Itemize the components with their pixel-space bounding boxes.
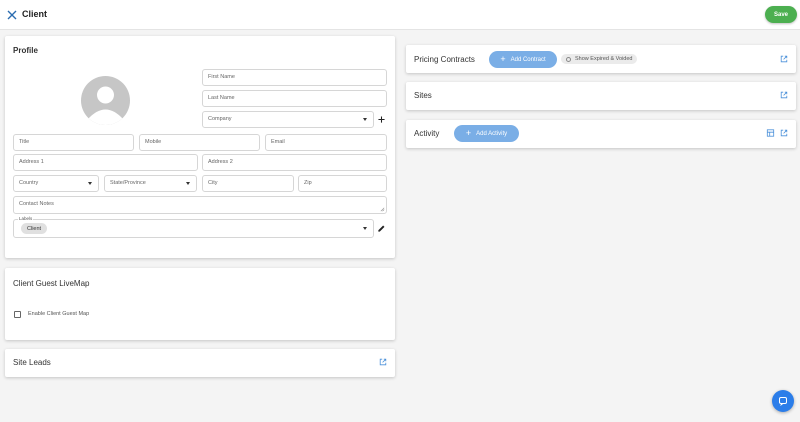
enable-guest-map-label: Enable Client Guest Map [28, 311, 90, 317]
show-expired-voided-toggle[interactable]: Show Expired & Voided [561, 54, 638, 64]
open-in-new-icon[interactable] [780, 55, 788, 63]
livemap-title: Client Guest LiveMap [13, 279, 90, 288]
add-company-plus-icon[interactable] [378, 116, 385, 123]
pricing-contracts-title: Pricing Contracts [414, 55, 475, 64]
radio-icon [566, 56, 571, 62]
title-field[interactable]: Title [13, 134, 134, 151]
pencil-icon[interactable] [377, 224, 386, 233]
profile-title: Profile [13, 46, 38, 55]
sites-title: Sites [414, 91, 432, 100]
site-leads-title: Site Leads [13, 358, 51, 367]
table-view-icon[interactable] [766, 129, 775, 137]
labels-select[interactable]: Labels Client [13, 216, 374, 238]
open-in-new-icon[interactable] [780, 91, 788, 99]
plus-icon: + [465, 128, 472, 138]
first-name-field[interactable]: First Name [202, 69, 387, 86]
top-bar: Client Save [0, 0, 800, 30]
mobile-field[interactable]: Mobile [139, 134, 260, 151]
zip-field[interactable]: Zip [298, 175, 387, 192]
address1-field[interactable]: Address 1 [13, 154, 198, 171]
save-button[interactable]: Save [765, 6, 797, 23]
company-select[interactable]: Company [202, 111, 374, 128]
email-field[interactable]: Email [265, 134, 387, 151]
chat-fab-button[interactable] [772, 390, 794, 412]
activity-title: Activity [414, 129, 440, 138]
chevron-down-icon [363, 118, 367, 121]
avatar[interactable] [81, 76, 130, 125]
enable-guest-map-checkbox[interactable] [14, 311, 21, 318]
chevron-down-icon [363, 227, 367, 230]
add-activity-button[interactable]: + Add Activity [454, 125, 519, 142]
site-leads-card [5, 349, 395, 377]
chevron-down-icon [186, 182, 190, 185]
chevron-down-icon [88, 182, 92, 185]
country-select[interactable]: Country [13, 175, 99, 192]
add-contract-button[interactable]: + Add Contract [489, 51, 557, 68]
page-title: Client [22, 9, 48, 19]
address2-field[interactable]: Address 2 [202, 154, 387, 171]
close-icon[interactable] [6, 9, 18, 21]
labels-floating-label: Labels [18, 216, 34, 221]
city-field[interactable]: City [202, 175, 294, 192]
state-select[interactable]: State/Province [104, 175, 197, 192]
sites-card [406, 82, 796, 110]
resize-handle-icon[interactable] [380, 207, 385, 212]
contact-notes-field[interactable]: Contact Notes [13, 196, 387, 214]
plus-icon: + [500, 54, 506, 64]
last-name-field[interactable]: Last Name [202, 90, 387, 107]
open-in-new-icon[interactable] [780, 129, 788, 137]
chat-icon [779, 397, 787, 406]
label-chip-client[interactable]: Client [21, 223, 48, 234]
avatar-person-icon [88, 86, 123, 125]
open-in-new-icon[interactable] [379, 358, 387, 366]
